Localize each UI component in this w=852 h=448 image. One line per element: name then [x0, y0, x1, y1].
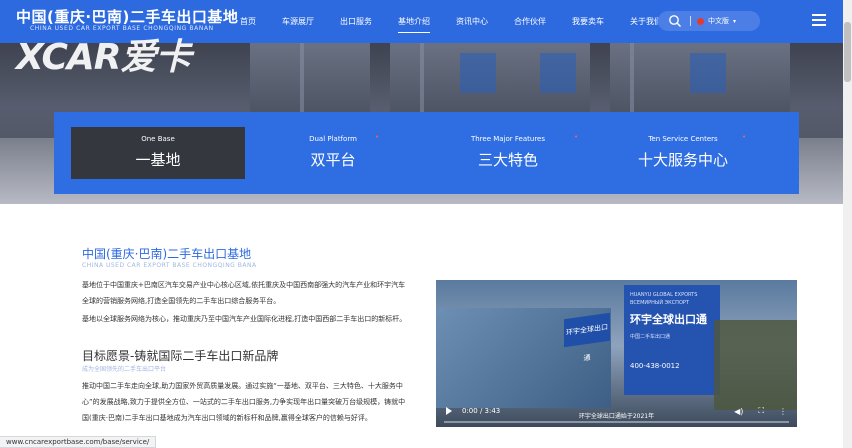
intro-paragraph: 基地以全球服务网络为核心，推动重庆乃至中国汽车产业国际化进程,打造中国西部二手车… [82, 315, 407, 323]
goal-title: 目标愿景-铸就国际二手车出口新品牌 [82, 349, 279, 363]
tab-ten-centers[interactable]: Ten Service Centers • 十大服务中心 [596, 127, 770, 179]
nav-item-home[interactable]: 首页 [240, 0, 256, 43]
nav-item-base-intro[interactable]: 基地介绍 [398, 0, 430, 43]
hero-column [420, 43, 424, 113]
nav-item-export-services[interactable]: 出口服务 [340, 0, 372, 43]
billboard-text: 中国二手车出口通 [630, 334, 671, 340]
nav-item-news[interactable]: 资讯中心 [456, 0, 488, 43]
feature-tabs: One Base 一基地 Dual Platform • 双平台 Three M… [54, 112, 799, 194]
tab-dot: • [375, 133, 380, 141]
goal-paragraph: 推动中国二手车走向全球,助力国家外贸高质量发展。通过实施“一基地、双平台、三大特… [82, 382, 406, 422]
hero-panel [690, 53, 726, 93]
video-trees [714, 320, 797, 410]
scrollbar-thumb[interactable] [844, 22, 851, 82]
more-options-icon[interactable]: ⋮ [779, 407, 787, 416]
hero-column [300, 43, 304, 113]
billboard-title: 环宇全球出口通 [630, 313, 707, 326]
tab-one-base[interactable]: One Base 一基地 [71, 127, 245, 179]
intro-subtitle: CHINA USED CAR EXPORT BASE CHONGQING BAN… [82, 262, 257, 269]
video-right-controls: ◀) ⛶ ⋮ [719, 406, 787, 416]
tab-three-features[interactable]: Three Major Features • 三大特色 [421, 127, 595, 179]
page-scrollbar[interactable] [843, 0, 852, 448]
language-selector[interactable]: 中文版 [708, 16, 729, 26]
chevron-down-icon[interactable]: ▾ [733, 18, 736, 25]
search-icon[interactable] [668, 14, 682, 28]
hero-column [630, 43, 634, 113]
billboard-small-text: HUANYU GLOBAL EXPORTS [630, 292, 698, 298]
nav-item-showroom[interactable]: 车源展厅 [282, 0, 314, 43]
tab-zh-label: 一基地 [135, 151, 181, 169]
video-billboard: HUANYU GLOBAL EXPORTS ВСЕМИРНЫЙ ЭКСПОРТ … [624, 285, 720, 395]
intro-paragraph: 基地位于中国重庆+巴南区汽车交易产业中心核心区域,依托重庆及中国西南部强大的汽车… [82, 281, 406, 305]
tab-en-label: One Base [141, 135, 175, 143]
search-language-pill: 中文版 ▾ [658, 11, 760, 31]
china-flag-icon [697, 17, 704, 25]
intro-title: 中国(重庆·巴南)二手车出口基地 [82, 247, 252, 261]
tab-zh-label: 双平台 [310, 151, 356, 169]
tab-en-label: Dual Platform [309, 135, 357, 143]
fullscreen-icon[interactable]: ⛶ [758, 406, 764, 416]
video-player[interactable]: 环宇全球出口通 HUANYU GLOBAL EXPORTS ВСЕМИРНЫЙ … [436, 280, 797, 427]
hero-panel [540, 53, 576, 93]
tab-en-label: Three Major Features [470, 135, 546, 143]
nav-item-sell-car[interactable]: 我要卖车 [572, 0, 604, 43]
nav-item-partners[interactable]: 合作伙伴 [514, 0, 546, 43]
tab-dot: • [574, 133, 579, 141]
watermark-logo: XCAR爱卡 [16, 37, 191, 78]
billboard-phone: 400-438-0012 [630, 362, 680, 370]
hero-building [250, 43, 370, 123]
tab-dot: • [742, 133, 747, 141]
video-controls: 0:00 / 3:43 ◀) ⛶ ⋮ [436, 401, 797, 421]
status-url: www.cncarexportbase.com/base/service/ [0, 436, 157, 448]
hamburger-menu-icon[interactable] [812, 14, 826, 26]
tab-zh-label: 三大特色 [477, 151, 538, 169]
tab-dual-platform[interactable]: Dual Platform • 双平台 [246, 127, 420, 179]
main-nav: 首页 车源展厅 出口服务 基地介绍 资讯中心 合作伙伴 我要卖车 关于我们 [240, 0, 688, 43]
site-title[interactable]: 中国(重庆·巴南)二手车出口基地 [16, 6, 238, 27]
play-icon[interactable] [446, 407, 452, 415]
pill-divider [690, 16, 691, 26]
volume-icon[interactable]: ◀) [734, 407, 743, 416]
hero-panel [460, 53, 496, 93]
tab-zh-label: 十大服务中心 [637, 151, 728, 169]
goal-subtitle: 成为全国领先的二手车出口平台 [82, 366, 167, 373]
video-time: 0:00 / 3:43 [462, 407, 501, 415]
billboard-small-text: ВСЕМИРНЫЙ ЭКСПОРТ [630, 300, 689, 306]
video-progress-bar[interactable] [444, 421, 789, 423]
